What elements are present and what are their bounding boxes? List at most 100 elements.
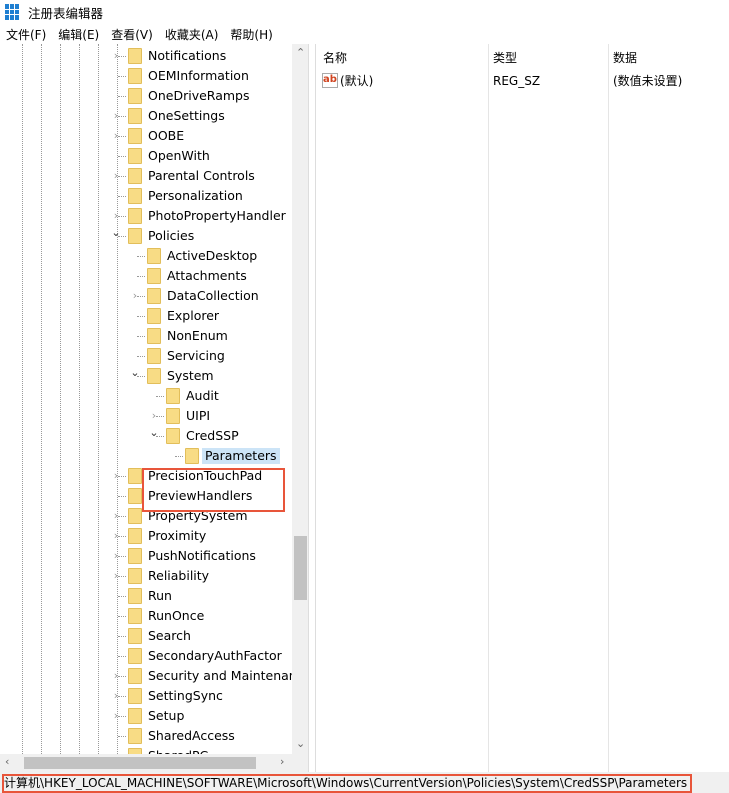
key-tree[interactable]: › Notifications OEMInformation OneDriveRamp… — [0, 44, 309, 772]
vertical-scrollbar[interactable]: ⌃ ⌄ — [292, 44, 308, 754]
tree-item[interactable]: RunOnce — [0, 606, 292, 626]
tree-item[interactable]: SecondaryAuthFactor — [0, 646, 292, 666]
tree-item[interactable]: ⌄ CredSSP — [0, 426, 292, 446]
tree-item-label[interactable]: Notifications — [145, 48, 229, 64]
column-divider[interactable] — [608, 44, 609, 772]
tree-item-label[interactable]: UIPI — [183, 408, 213, 424]
tree-connector — [118, 176, 126, 177]
scroll-up-icon[interactable]: ⌃ — [296, 46, 305, 59]
tree-item[interactable]: OneDriveRamps — [0, 86, 292, 106]
folder-icon — [147, 348, 161, 364]
scroll-down-icon[interactable]: ⌄ — [296, 737, 305, 750]
horizontal-scroll-thumb[interactable] — [24, 757, 256, 769]
tree-item[interactable]: Search — [0, 626, 292, 646]
folder-icon — [128, 628, 142, 644]
tree-item-label[interactable]: OneSettings — [145, 108, 228, 124]
tree-item-label[interactable]: Run — [145, 588, 175, 604]
tree-item[interactable]: Attachments — [0, 266, 292, 286]
tree-item[interactable]: ActiveDesktop — [0, 246, 292, 266]
tree-item-label[interactable]: Reliability — [145, 568, 212, 584]
tree-item-label[interactable]: PushNotifications — [145, 548, 259, 564]
tree-item-label[interactable]: Audit — [183, 388, 222, 404]
values-pane[interactable]: 名称 类型 数据 ab (默认) REG_SZ (数值未设置) — [315, 44, 729, 772]
tree-item-label[interactable]: NonEnum — [164, 328, 231, 344]
tree-item-label[interactable]: Security and Maintenance — [145, 668, 308, 684]
tree-item[interactable]: › OneSettings — [0, 106, 292, 126]
tree-item-label[interactable]: DataCollection — [164, 288, 262, 304]
tree-item-label[interactable]: OneDriveRamps — [145, 88, 252, 104]
folder-icon — [128, 88, 142, 104]
tree-connector — [118, 556, 126, 557]
tree-item-label[interactable]: Attachments — [164, 268, 250, 284]
tree-item[interactable]: › Proximity — [0, 526, 292, 546]
tree-item[interactable]: NonEnum — [0, 326, 292, 346]
tree-item-label[interactable]: System — [164, 368, 217, 384]
value-row[interactable]: ab (默认) REG_SZ (数值未设置) — [316, 72, 729, 90]
tree-connector — [118, 76, 126, 77]
tree-item[interactable]: › PhotoPropertyHandler — [0, 206, 292, 226]
menu-file[interactable]: 文件(F) — [0, 26, 52, 43]
tree-item-label[interactable]: Setup — [145, 708, 187, 724]
tree-item-label[interactable]: Proximity — [145, 528, 209, 544]
tree-item-label[interactable]: SecondaryAuthFactor — [145, 648, 285, 664]
tree-item[interactable]: › OOBE — [0, 126, 292, 146]
folder-icon — [128, 188, 142, 204]
value-data: (数值未设置) — [613, 74, 683, 88]
chevron-down-icon[interactable]: ⌄ — [130, 366, 140, 380]
tree-item[interactable]: OpenWith — [0, 146, 292, 166]
tree-item[interactable]: › PushNotifications — [0, 546, 292, 566]
tree-item-label[interactable]: ActiveDesktop — [164, 248, 260, 264]
tree-item[interactable]: › Reliability — [0, 566, 292, 586]
tree-item[interactable]: Personalization — [0, 186, 292, 206]
column-data[interactable]: 数据 — [613, 44, 637, 65]
tree-item-label[interactable]: SharedAccess — [145, 728, 238, 744]
tree-item[interactable]: Run — [0, 586, 292, 606]
tree-item[interactable]: › Notifications — [0, 46, 292, 66]
tree-item[interactable]: SharedAccess — [0, 726, 292, 746]
column-name[interactable]: 名称 — [323, 44, 347, 65]
tree-item-label[interactable]: Parameters — [202, 448, 280, 464]
tree-item[interactable]: ⌄ System — [0, 366, 292, 386]
tree-item[interactable]: › Setup — [0, 706, 292, 726]
menu-help[interactable]: 帮助(H) — [224, 26, 278, 43]
tree-item[interactable]: ⌄ Policies — [0, 226, 292, 246]
chevron-down-icon[interactable]: ⌄ — [111, 226, 121, 240]
vertical-scroll-thumb[interactable] — [294, 536, 307, 600]
tree-item-label[interactable]: Personalization — [145, 188, 246, 204]
tree-item[interactable]: Servicing — [0, 346, 292, 366]
tree-item[interactable]: Explorer — [0, 306, 292, 326]
tree-item-label[interactable]: SettingSync — [145, 688, 226, 704]
tree-item[interactable]: › Security and Maintenance — [0, 666, 308, 686]
tree-item-label[interactable]: Parental Controls — [145, 168, 258, 184]
tree-item-label[interactable]: Servicing — [164, 348, 228, 364]
tree-item[interactable]: › SettingSync — [0, 686, 292, 706]
menu-favorites[interactable]: 收藏夹(A) — [159, 26, 225, 43]
chevron-down-icon[interactable]: ⌄ — [149, 426, 159, 440]
tree-item-label[interactable]: CredSSP — [183, 428, 242, 444]
tree-item[interactable]: OEMInformation — [0, 66, 292, 86]
column-divider[interactable] — [488, 44, 489, 772]
tree-item-label[interactable]: Policies — [145, 228, 197, 244]
menu-view[interactable]: 查看(V) — [105, 26, 159, 43]
tree-item-label[interactable]: OEMInformation — [145, 68, 252, 84]
tree-item[interactable]: Parameters — [0, 446, 292, 466]
tree-item-label[interactable]: OOBE — [145, 128, 187, 144]
menu-edit[interactable]: 编辑(E) — [52, 26, 105, 43]
tree-item-label[interactable]: OpenWith — [145, 148, 213, 164]
tree-item-label[interactable]: Search — [145, 628, 194, 644]
scroll-left-icon[interactable]: ‹ — [5, 755, 9, 768]
tree-connector — [118, 636, 126, 637]
horizontal-scrollbar[interactable]: ‹ › — [0, 754, 308, 772]
scroll-right-icon[interactable]: › — [280, 755, 284, 768]
folder-icon — [166, 408, 180, 424]
tree-item-label[interactable]: Explorer — [164, 308, 222, 324]
tree-item-label[interactable]: RunOnce — [145, 608, 207, 624]
tree-item-label[interactable]: PhotoPropertyHandler — [145, 208, 289, 224]
tree-item[interactable]: › UIPI — [0, 406, 292, 426]
tree-item[interactable]: › DataCollection — [0, 286, 292, 306]
folder-icon — [128, 568, 142, 584]
column-type[interactable]: 类型 — [493, 44, 517, 65]
tree-connector — [137, 256, 145, 257]
tree-item[interactable]: Audit — [0, 386, 292, 406]
tree-item[interactable]: › Parental Controls — [0, 166, 292, 186]
